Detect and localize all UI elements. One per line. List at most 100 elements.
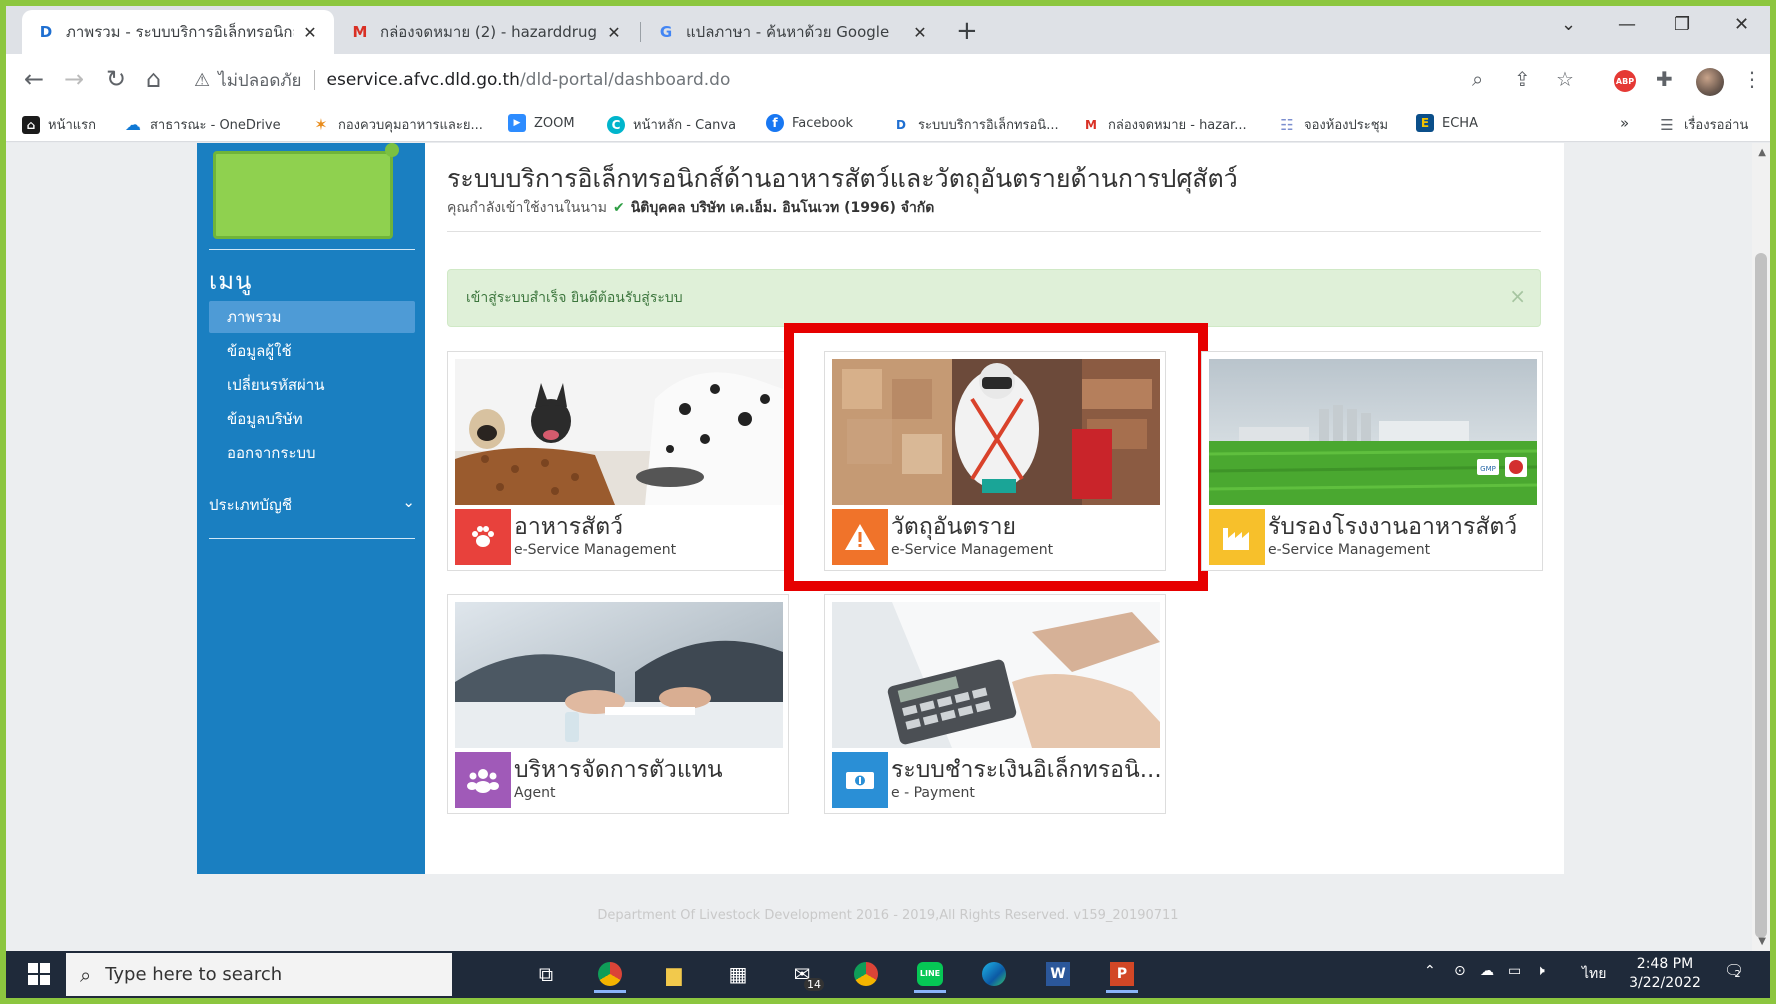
- new-tab-button[interactable]: +: [956, 18, 978, 44]
- close-tab-icon[interactable]: ✕: [604, 23, 624, 42]
- mail-icon[interactable]: ✉ 14: [780, 955, 824, 993]
- windows-start-icon[interactable]: [28, 963, 50, 989]
- bookmark-canva[interactable]: C หน้าหลัก - Canva: [607, 114, 736, 135]
- page-viewport: เมนู ภาพรวม ข้อมูลผู้ใช้ เปลี่ยนรหัสผ่าน…: [6, 143, 1770, 951]
- google-favicon-icon: G: [659, 23, 673, 41]
- eservice-icon: D: [896, 117, 906, 132]
- bookmark-dld[interactable]: ✶ กองควบคุมอาหารและย...: [312, 114, 483, 135]
- close-tab-icon[interactable]: ✕: [300, 23, 320, 42]
- dogs-eating-image: [455, 359, 783, 505]
- back-icon[interactable]: ←: [24, 66, 44, 92]
- gmail-favicon-icon: M: [352, 23, 368, 41]
- check-circle-icon: ✔: [613, 200, 625, 216]
- taskbar-clock[interactable]: 2:48 PM 3/22/2022: [1624, 955, 1706, 993]
- onedrive-tray-icon[interactable]: ☁: [1480, 963, 1494, 979]
- extensions-icon[interactable]: ✚: [1656, 68, 1673, 90]
- sidebar-item-user-info[interactable]: ข้อมูลผู้ใช้: [209, 335, 415, 367]
- notifications-icon[interactable]: 🗨2: [1724, 961, 1744, 980]
- search-placeholder: Type here to search: [105, 964, 283, 985]
- bookmark-home[interactable]: ⌂ หน้าแรก: [22, 114, 96, 135]
- bookmark-label: กล่องจดหมาย - hazar...: [1108, 118, 1247, 133]
- volume-muted-icon[interactable]: 🕨: [1536, 963, 1545, 979]
- taskbar-search-box[interactable]: ⌕ Type here to search: [66, 953, 452, 996]
- page-scrollbar[interactable]: ▲ ▼: [1752, 143, 1770, 951]
- close-tab-icon[interactable]: ✕: [910, 23, 930, 42]
- bookmark-onedrive[interactable]: ☁ สาธารณะ - OneDrive: [124, 114, 281, 135]
- tab-eservice[interactable]: D ภาพรวม - ระบบบริการอิเล็กทรอนิกส์ ✕: [22, 10, 334, 54]
- tile-e-payment[interactable]: ระบบชำระเงินอิเล็กทรอนิ... e - Payment: [824, 594, 1166, 814]
- minimize-icon[interactable]: —: [1618, 14, 1636, 35]
- factory-field-image: GMP: [1209, 359, 1537, 505]
- bookmark-label: หน้าแรก: [48, 118, 96, 133]
- scroll-down-icon[interactable]: ▼: [1758, 936, 1766, 947]
- file-explorer-icon[interactable]: ▆: [652, 955, 696, 993]
- forward-icon[interactable]: →: [64, 66, 84, 92]
- tile-feed-factory-certification[interactable]: GMP รับรองโรงงานอาหารสัตว์ e-Service Man…: [1201, 351, 1543, 571]
- close-window-icon[interactable]: ✕: [1734, 14, 1749, 35]
- tab-search-icon[interactable]: ⌄: [1561, 14, 1576, 35]
- bookmark-eservice[interactable]: D ระบบบริการอิเล็กทรอนิ...: [892, 114, 1059, 135]
- bookmark-gmail[interactable]: M กล่องจดหมาย - hazar...: [1082, 114, 1247, 135]
- eservice-favicon-icon: D: [39, 23, 53, 41]
- sidebar-item-change-password[interactable]: เปลี่ยนรหัสผ่าน: [209, 369, 415, 401]
- zoom-icon[interactable]: ⌕: [1472, 68, 1483, 90]
- search-icon: ⌕: [80, 962, 92, 987]
- svg-text:GMP: GMP: [1480, 465, 1496, 473]
- zoom-icon: ▶: [508, 114, 526, 132]
- word-icon[interactable]: W: [1036, 955, 1080, 993]
- tray-chevron-up-icon[interactable]: ⌃: [1424, 963, 1436, 979]
- tile-title: อาหารสัตว์: [514, 514, 624, 540]
- microsoft-store-icon[interactable]: ▦: [716, 955, 760, 993]
- more-bookmarks-icon[interactable]: »: [1620, 114, 1629, 132]
- adblock-icon[interactable]: ABP: [1614, 70, 1636, 92]
- chrome-running-icon[interactable]: [588, 955, 632, 993]
- language-indicator[interactable]: ไทย: [1582, 963, 1606, 985]
- account-type-toggle[interactable]: ประเภทบัญชี ⌄: [209, 493, 415, 517]
- home-icon[interactable]: ⌂: [146, 66, 161, 92]
- company-name: นิติบุคคล บริษัท เค.เอ็ม. อินโนเวท (1996…: [630, 200, 935, 216]
- onedrive-icon: ☁: [125, 115, 141, 134]
- tab-gmail[interactable]: M กล่องจดหมาย (2) - hazarddrug@g ✕: [336, 10, 638, 54]
- restore-icon[interactable]: ❐: [1674, 14, 1690, 35]
- scroll-up-icon[interactable]: ▲: [1758, 147, 1766, 158]
- bookmark-echa[interactable]: E ECHA: [1416, 114, 1478, 132]
- scrollbar-thumb[interactable]: [1755, 253, 1767, 938]
- reload-icon[interactable]: ↻: [106, 66, 126, 92]
- profile-avatar[interactable]: [1696, 68, 1724, 96]
- bookmark-star-icon[interactable]: ☆: [1556, 68, 1574, 90]
- bookmark-label: กองควบคุมอาหารและย...: [338, 118, 483, 133]
- bookmarks-bar: ⌂ หน้าแรก ☁ สาธารณะ - OneDrive ✶ กองควบคุมอ…: [6, 106, 1770, 142]
- tab-title: ภาพรวม - ระบบบริการอิเล็กทรอนิกส์: [66, 23, 294, 41]
- share-icon[interactable]: ⇪: [1514, 68, 1531, 90]
- network-icon[interactable]: ▭: [1508, 963, 1521, 979]
- header-divider: [447, 231, 1541, 232]
- alert-close-button[interactable]: ×: [1509, 284, 1526, 308]
- paw-icon: [455, 509, 511, 565]
- url-host: eservice.afvc.dld.go.th: [326, 70, 520, 90]
- menu-kebab-icon[interactable]: ⋮: [1742, 68, 1762, 90]
- sidebar-divider: [209, 538, 415, 539]
- chevron-down-icon: ⌄: [402, 493, 415, 511]
- powerpoint-icon[interactable]: P: [1100, 955, 1144, 993]
- bookmark-meeting[interactable]: ☷ จองห้องประชุม: [1278, 114, 1388, 135]
- address-bar[interactable]: ⚠ ไม่ปลอดภัย eservice.afvc.dld.go.th /dl…: [194, 62, 1614, 98]
- edge-icon[interactable]: [972, 955, 1016, 993]
- bookmark-label: จองห้องประชุม: [1304, 118, 1389, 133]
- sidebar-item-overview[interactable]: ภาพรวม: [209, 301, 415, 333]
- chrome-icon[interactable]: [844, 955, 888, 993]
- sidebar-item-logout[interactable]: ออกจากระบบ: [209, 437, 415, 469]
- tile-animal-feed[interactable]: อาหารสัตว์ e-Service Management: [447, 351, 789, 571]
- tile-hazardous-substances[interactable]: วัตถุอันตราย e-Service Management: [824, 351, 1166, 571]
- bookmark-facebook[interactable]: f Facebook: [766, 114, 853, 132]
- bookmark-zoom[interactable]: ▶ ZOOM: [508, 114, 575, 132]
- task-view-icon[interactable]: ⧉: [524, 955, 568, 993]
- reading-list[interactable]: ☰ เรื่องรออ่าน: [1658, 114, 1748, 135]
- sidebar-item-company-info[interactable]: ข้อมูลบริษัท: [209, 403, 415, 435]
- line-icon[interactable]: LINE: [908, 955, 952, 993]
- meet-now-icon[interactable]: ⊙: [1454, 963, 1466, 979]
- tile-agent-management[interactable]: บริหารจัดการตัวแทน Agent: [447, 594, 789, 814]
- account-type-label: ประเภทบัญชี: [209, 496, 293, 514]
- tab-google-translate[interactable]: G แปลภาษา - ค้นหาด้วย Google ✕: [642, 10, 944, 54]
- url-path: /dld-portal/dashboard.do: [519, 70, 731, 90]
- menu-title: เมนู: [209, 267, 253, 295]
